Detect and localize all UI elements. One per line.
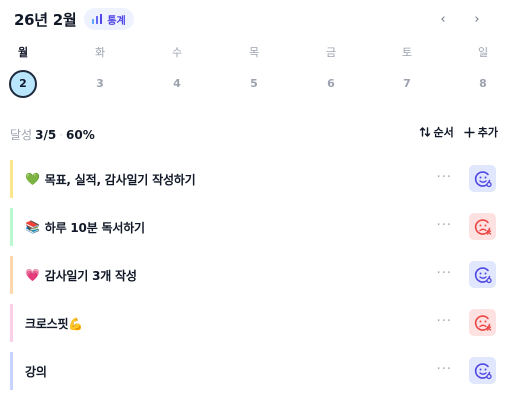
sad-face-icon xyxy=(474,218,491,235)
summary-prefix: 달성 xyxy=(10,128,33,142)
task-label: 📚 하루 10분 독서하기 xyxy=(25,219,145,236)
date-cell-selected[interactable]: 2 xyxy=(9,70,37,98)
weekday-label: 일 xyxy=(477,46,489,59)
month-title: 26년 2월 xyxy=(14,10,77,29)
weekday-row: 월 화 수 목 금 토 일 xyxy=(0,44,510,60)
date-cell[interactable]: 7 xyxy=(387,70,427,98)
date-cell[interactable]: 3 xyxy=(80,70,120,98)
date-cell[interactable]: 6 xyxy=(311,70,351,98)
date-row: 2 3 4 5 6 7 8 xyxy=(0,70,510,98)
smile-face-icon xyxy=(474,362,492,379)
more-options-icon[interactable]: ··· xyxy=(437,170,452,185)
plus-icon xyxy=(464,126,475,138)
next-week-button[interactable]: › xyxy=(468,8,486,30)
summary-separator: · xyxy=(59,127,64,142)
task-status-button[interactable] xyxy=(469,261,496,288)
task-text: 하루 10분 독서하기 xyxy=(44,220,145,235)
task-text: 목표, 실적, 감사일기 작성하기 xyxy=(44,172,196,187)
smile-face-icon xyxy=(474,170,492,187)
calendar-header: 26년 2월 통계 ‹ › xyxy=(14,8,496,30)
task-label: 💚 목표, 실적, 감사일기 작성하기 xyxy=(25,171,196,188)
task-item[interactable]: 💚 목표, 실적, 감사일기 작성하기 ··· xyxy=(10,160,498,198)
task-item[interactable]: 크로스핏💪 ··· xyxy=(10,304,498,342)
weekday-label: 월 xyxy=(17,46,29,59)
weekday-label: 화 xyxy=(94,46,106,59)
chevron-left-icon: ‹ xyxy=(440,11,446,27)
task-status-button[interactable] xyxy=(469,309,496,336)
more-options-icon[interactable]: ··· xyxy=(437,218,452,233)
date-cell[interactable]: 8 xyxy=(463,70,503,98)
add-label: 추가 xyxy=(477,126,498,139)
task-status-button[interactable] xyxy=(469,357,496,384)
more-options-icon[interactable]: ··· xyxy=(437,362,452,377)
more-options-icon[interactable]: ··· xyxy=(437,314,452,329)
task-status-button[interactable] xyxy=(469,213,496,240)
sort-label: 순서 xyxy=(433,126,454,139)
task-status-button[interactable] xyxy=(469,165,496,192)
list-actions: 순서 추가 xyxy=(419,124,498,140)
task-item[interactable]: 💗 감사일기 3개 작성 ··· xyxy=(10,256,498,294)
weekday-label: 수 xyxy=(171,46,183,59)
books-icon: 📚 xyxy=(25,220,40,234)
task-text: 강의 xyxy=(25,364,47,379)
date-cell[interactable]: 4 xyxy=(157,70,197,98)
sort-arrows-icon xyxy=(419,127,430,137)
task-list: 💚 목표, 실적, 감사일기 작성하기 ··· 📚 하루 10분 독서하기 ··… xyxy=(10,160,498,400)
task-label: 💗 감사일기 3개 작성 xyxy=(25,267,137,284)
prev-week-button[interactable]: ‹ xyxy=(434,8,452,30)
sort-button[interactable]: 순서 xyxy=(419,124,454,140)
sad-face-icon xyxy=(474,314,491,331)
stats-button[interactable]: 통계 xyxy=(84,8,134,30)
smile-face-icon xyxy=(474,266,492,283)
achievement-summary: 달성 3/5 · 60% xyxy=(10,126,95,143)
task-text: 감사일기 3개 작성 xyxy=(44,268,137,283)
task-label: 강의 xyxy=(25,363,47,380)
weekday-label: 목 xyxy=(248,46,260,59)
add-button[interactable]: 추가 xyxy=(464,124,498,140)
stats-label: 통계 xyxy=(107,15,126,27)
weekday-label: 토 xyxy=(401,46,413,59)
bar-chart-icon xyxy=(92,14,103,24)
task-item[interactable]: 강의 ··· xyxy=(10,352,498,390)
task-label: 크로스핏💪 xyxy=(25,315,83,332)
summary-percent: 60% xyxy=(66,127,95,142)
green-heart-icon: 💚 xyxy=(25,172,40,186)
summary-count: 3/5 xyxy=(35,127,57,142)
task-item[interactable]: 📚 하루 10분 독서하기 ··· xyxy=(10,208,498,246)
pink-heart-icon: 💗 xyxy=(25,268,40,282)
chevron-right-icon: › xyxy=(474,11,480,27)
more-options-icon[interactable]: ··· xyxy=(437,266,452,281)
task-text: 크로스핏💪 xyxy=(25,316,84,331)
date-cell[interactable]: 5 xyxy=(234,70,274,98)
weekday-label: 금 xyxy=(325,46,337,59)
